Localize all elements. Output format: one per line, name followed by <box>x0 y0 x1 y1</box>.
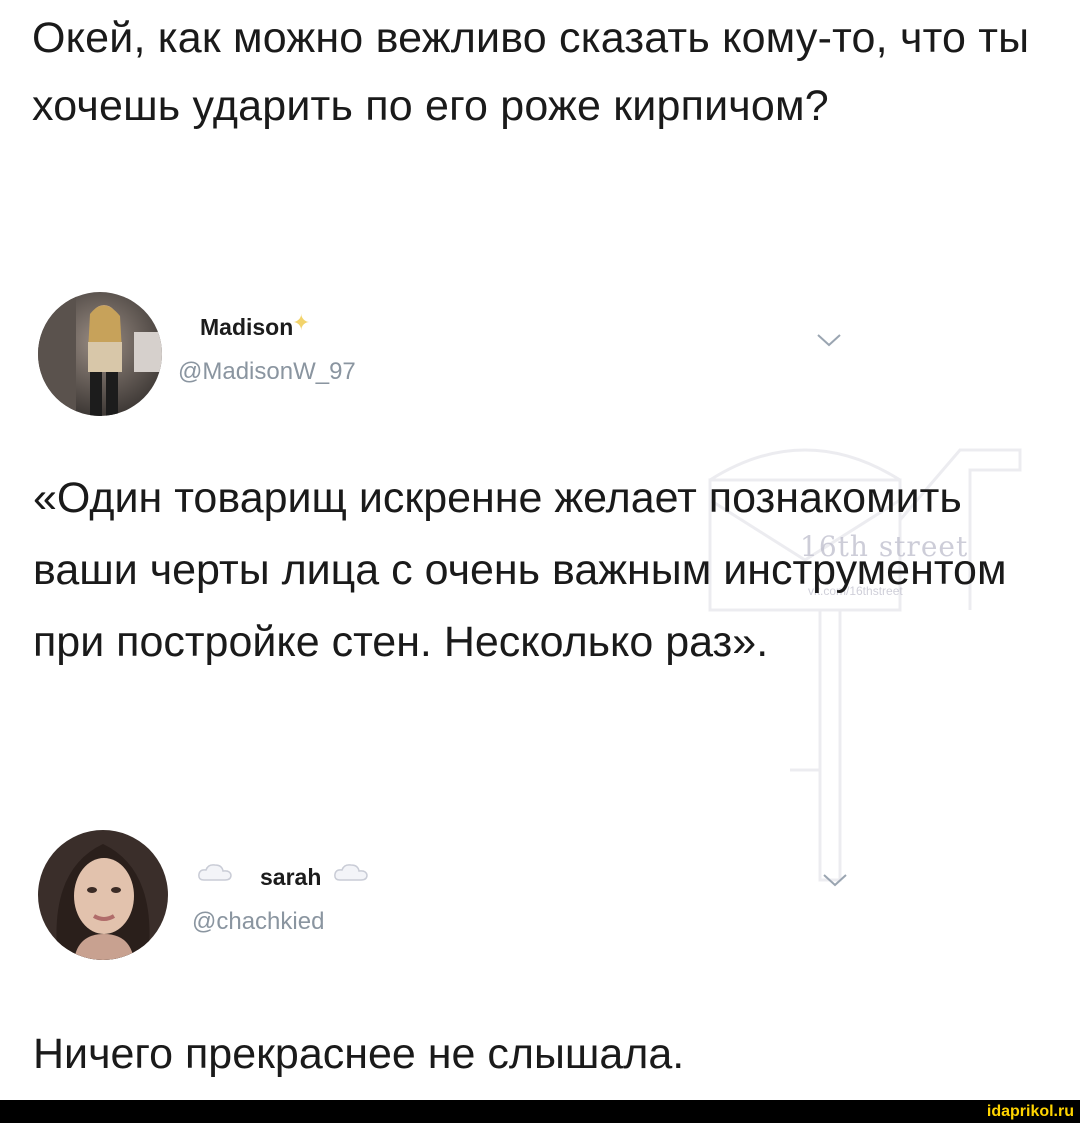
chevron-down-icon[interactable] <box>822 872 848 888</box>
avatar[interactable] <box>38 830 168 960</box>
display-name[interactable]: sarah <box>260 864 321 891</box>
display-name[interactable]: Madison <box>200 314 293 341</box>
avatar[interactable] <box>38 292 162 416</box>
cloud-icon <box>334 864 368 881</box>
avatar-image <box>38 830 168 960</box>
sparkle-icon: ✦ <box>292 310 311 335</box>
tweet-header-sarah: sarah @chachkied <box>38 830 1038 960</box>
tweet-text: Ничего прекраснее не слышала. <box>33 1030 685 1078</box>
post-title-text: Окей, как можно вежливо сказать кому-то,… <box>32 14 1030 130</box>
handle[interactable]: @MadisonW_97 <box>178 358 356 386</box>
footer-bar: idaprikol.ru <box>0 1100 1080 1123</box>
cloud-icon <box>198 864 232 881</box>
avatar-image <box>38 292 162 416</box>
tweet-header-madison: Madison ✦ @MadisonW_97 <box>38 292 1038 422</box>
chevron-down-icon[interactable] <box>816 332 842 348</box>
handle[interactable]: @chachkied <box>192 908 324 936</box>
site-logo[interactable]: idaprikol.ru <box>987 1103 1074 1121</box>
tweet-text: «Один товарищ искренне желает познакомит… <box>33 474 1007 666</box>
